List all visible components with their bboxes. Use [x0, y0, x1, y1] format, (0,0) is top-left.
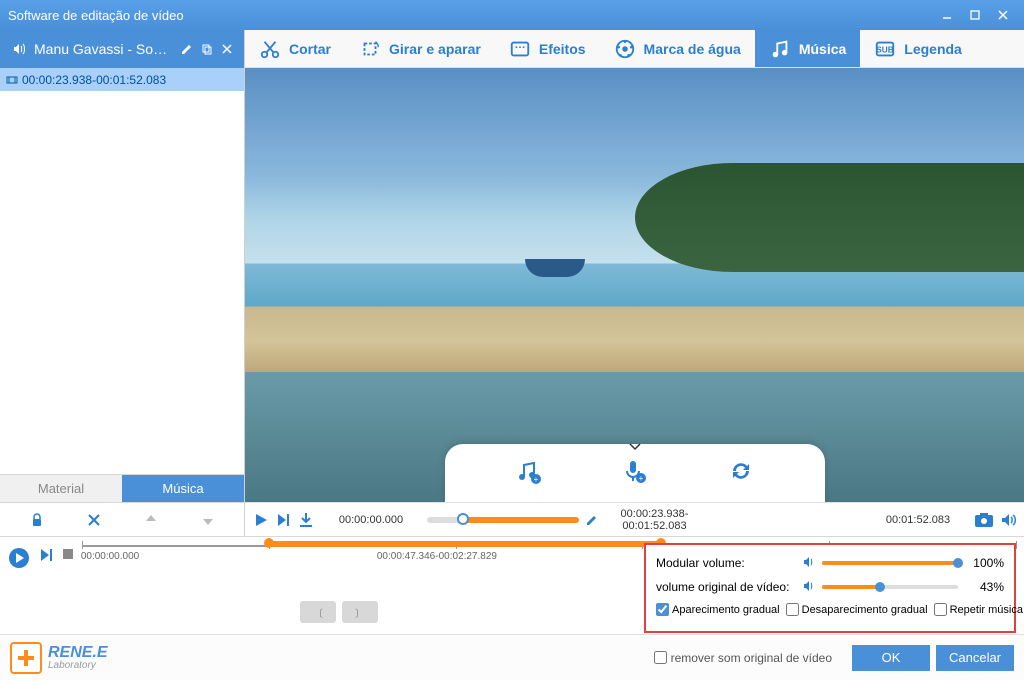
fade-out-checkbox[interactable]: Desaparecimento gradual [786, 603, 928, 616]
speaker-icon [10, 40, 28, 58]
remove-original-audio-checkbox[interactable]: remover som original de vídeo [654, 651, 832, 665]
trim-right-handle[interactable]: 〕 [342, 601, 378, 623]
svg-text:SUB: SUB [877, 45, 894, 54]
footer: RENE.E Laboratory remover som original d… [0, 634, 1024, 680]
repeat-checkbox[interactable]: Repetir música [934, 603, 1023, 616]
left-panel: Manu Gavassi - Sozin... 00:00:23.938-00:… [0, 30, 245, 536]
speaker-small-icon [802, 579, 816, 596]
timeline-play-button[interactable] [8, 547, 30, 574]
clip-list: 00:00:23.938-00:01:52.083 [0, 68, 244, 474]
tab-material[interactable]: Material [0, 475, 122, 502]
orig-volume-slider[interactable] [822, 585, 958, 589]
audio-header: Manu Gavassi - Sozin... [0, 30, 244, 68]
add-voice-icon[interactable]: + [617, 454, 651, 488]
logo-icon [10, 642, 42, 674]
time-bar: 00:00:00.000 00:00:23.938-00:01:52.083 0… [245, 502, 1024, 536]
tool-subtitle[interactable]: SUB Legenda [860, 30, 976, 67]
tool-rotate[interactable]: Girar e aparar [345, 30, 495, 67]
orig-volume-label: volume original de vídeo: [656, 580, 796, 594]
audio-title: Manu Gavassi - Sozin... [34, 41, 170, 57]
move-down-icon[interactable] [197, 509, 219, 531]
time-range: 00:00:23.938-00:01:52.083 [605, 508, 705, 532]
brand-logo: RENE.E Laboratory [10, 642, 108, 674]
mod-volume-label: Modular volume: [656, 556, 796, 570]
brand-sub: Laboratory [48, 661, 108, 671]
delete-icon[interactable] [83, 509, 105, 531]
clip-range: 00:00:23.938-00:01:52.083 [22, 73, 166, 87]
tool-effects[interactable]: Efeitos [495, 30, 600, 67]
edit-icon[interactable] [178, 40, 196, 58]
speaker-small-icon [802, 555, 816, 572]
title-bar: Software de editação de vídeo [0, 0, 1024, 30]
tool-cut[interactable]: Cortar [245, 30, 345, 67]
left-tabs: Material Música [0, 474, 244, 502]
timeline-t1: 00:00:47.346-00:02:27.829 [377, 551, 497, 562]
right-panel: Cortar Girar e aparar Efeitos Marca de á… [245, 30, 1024, 536]
tool-watermark[interactable]: Marca de água [600, 30, 755, 67]
timeline-t0: 00:00:00.000 [81, 551, 139, 562]
volume-icon[interactable] [1000, 512, 1016, 528]
timeline-step-button[interactable] [38, 547, 54, 568]
ok-button[interactable]: OK [852, 645, 930, 671]
copy-icon[interactable] [198, 40, 216, 58]
tool-music[interactable]: Música [755, 30, 860, 67]
mod-volume-value: 100% [964, 556, 1004, 570]
volume-panel: Modular volume: 100% volume original de … [644, 543, 1016, 633]
trim-left-handle[interactable]: 〔 [300, 601, 336, 623]
fade-in-checkbox[interactable]: Aparecimento gradual [656, 603, 780, 616]
svg-text:+: + [533, 475, 538, 484]
minimize-button[interactable] [934, 5, 960, 25]
video-preview[interactable]: + + [245, 68, 1024, 502]
play-button[interactable] [253, 512, 269, 528]
brand-name: RENE.E [48, 645, 108, 661]
time-start: 00:00:00.000 [321, 514, 421, 526]
move-up-icon[interactable] [140, 509, 162, 531]
snapshot-icon[interactable] [974, 512, 994, 528]
mod-volume-slider[interactable] [822, 561, 958, 565]
step-button[interactable] [275, 512, 291, 528]
orig-volume-value: 43% [964, 580, 1004, 594]
add-music-icon[interactable]: + [511, 454, 545, 488]
cancel-button[interactable]: Cancelar [936, 645, 1014, 671]
edit-time-icon[interactable] [585, 513, 599, 527]
export-icon[interactable] [297, 511, 315, 529]
clip-item[interactable]: 00:00:23.938-00:01:52.083 [0, 68, 244, 92]
preview-action-bar: + + [445, 444, 825, 502]
window-title: Software de editação de vídeo [8, 8, 184, 23]
list-tool-row [0, 502, 244, 536]
timeline-stop-button[interactable] [62, 547, 74, 565]
marker-start[interactable] [264, 538, 274, 548]
seek-slider[interactable] [427, 517, 579, 523]
close-button[interactable] [990, 5, 1016, 25]
remove-item-icon[interactable] [218, 40, 236, 58]
time-end: 00:01:52.083 [868, 514, 968, 526]
chevron-down-icon [629, 438, 641, 456]
maximize-button[interactable] [962, 5, 988, 25]
main-toolbar: Cortar Girar e aparar Efeitos Marca de á… [245, 30, 1024, 68]
tab-music[interactable]: Música [122, 475, 244, 502]
svg-text:+: + [639, 474, 644, 483]
trim-handles: 〔 〕 [300, 601, 378, 623]
refresh-icon[interactable] [724, 454, 758, 488]
lock-icon[interactable] [26, 509, 48, 531]
